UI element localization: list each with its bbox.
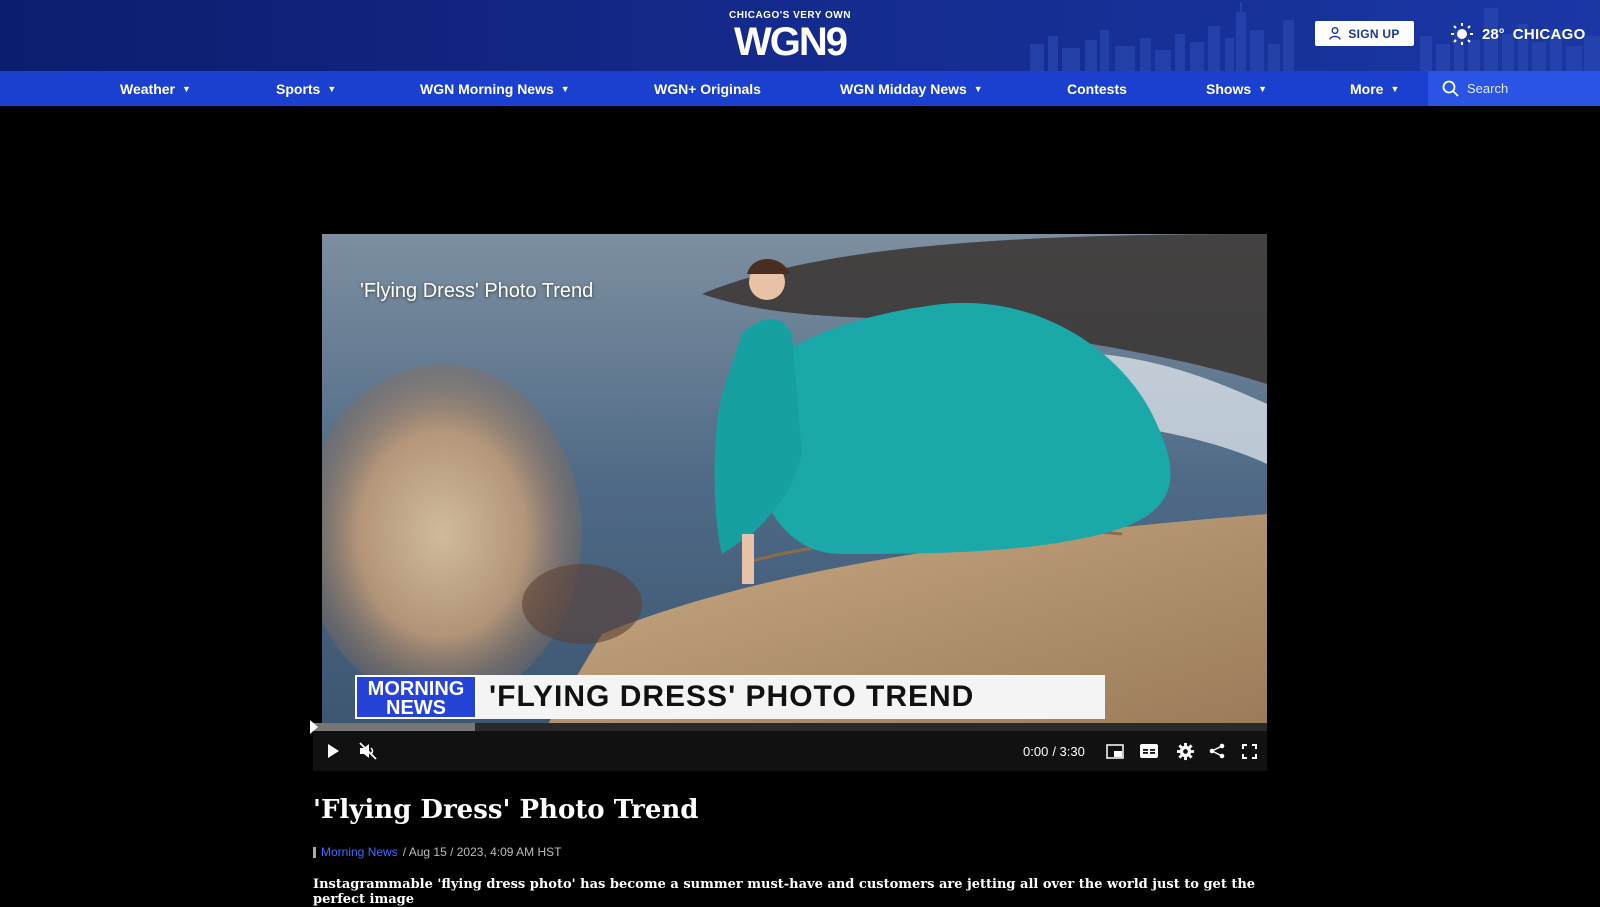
video-overlay-title: 'Flying Dress' Photo Trend: [360, 280, 594, 302]
nav-item-wgn-morning-news[interactable]: WGN Morning News ▼: [420, 71, 570, 106]
caret-down-icon: ▼: [1258, 83, 1268, 94]
caret-down-icon: ▼: [1390, 83, 1400, 94]
nav-item-shows[interactable]: Shows ▼: [1206, 71, 1267, 106]
temperature: 28°: [1482, 25, 1505, 43]
article-headline: 'Flying Dress' Photo Trend: [313, 795, 699, 825]
video-player[interactable]: 'Flying Dress' Photo Trend MORNING NEWS …: [322, 234, 1267, 734]
buffered-bar: [313, 723, 476, 731]
nav-item-label: WGN+ Originals: [654, 80, 761, 97]
share-icon: [1209, 743, 1225, 759]
duration: / 3:30: [1052, 743, 1085, 759]
site-header: CHICAGO'S VERY OWN WGN9 SIGN UP 28° CHIC…: [0, 0, 1600, 71]
nav-item-label: Weather: [120, 80, 175, 97]
fullscreen-button[interactable]: [1235, 731, 1263, 771]
nav-item-more[interactable]: More ▼: [1350, 71, 1399, 106]
sign-up-button[interactable]: SIGN UP: [1315, 21, 1414, 46]
captions-button[interactable]: [1135, 731, 1163, 771]
share-button[interactable]: [1203, 731, 1231, 771]
video-controls: 0:00 / 3:30: [313, 731, 1267, 771]
settings-button[interactable]: [1171, 731, 1199, 771]
search-box[interactable]: Search: [1428, 71, 1600, 106]
closed-captions-icon: [1140, 744, 1158, 758]
muted-speaker-icon: [359, 742, 377, 760]
badge-line-2: NEWS: [386, 697, 446, 719]
sun-icon: [1451, 23, 1473, 45]
caret-down-icon: ▼: [973, 83, 983, 94]
nav-item-contests[interactable]: Contests: [1067, 71, 1127, 106]
user-icon: [1329, 27, 1341, 40]
play-icon: [328, 744, 339, 758]
current-time: 0:00: [1023, 743, 1049, 759]
publish-date: / Aug 15 / 2023, 4:09 AM HST: [402, 845, 562, 859]
byline-divider: [313, 846, 316, 858]
nav-item-weather[interactable]: Weather ▼: [120, 71, 191, 106]
caret-down-icon: ▼: [560, 83, 570, 94]
gear-icon: [1176, 742, 1194, 760]
nav-item-label: Sports: [276, 80, 321, 97]
time-display: 0:00 / 3:30: [1023, 731, 1085, 771]
wgn9-logo[interactable]: CHICAGO'S VERY OWN WGN9: [715, 10, 865, 64]
mute-button[interactable]: [353, 731, 383, 771]
nav-item-label: Contests: [1067, 80, 1127, 97]
caret-down-icon: ▼: [327, 83, 337, 94]
nav-item-label: Shows: [1206, 80, 1252, 97]
main-nav: Weather ▼ Sports ▼ WGN Morning News ▼ WG…: [0, 71, 1600, 106]
picture-in-picture-icon: [1106, 743, 1124, 759]
article-lede: Instagrammable 'flying dress photo' has …: [313, 877, 1256, 907]
morning-news-badge: MORNING NEWS: [355, 675, 477, 719]
weather-widget[interactable]: 28° CHICAGO: [1450, 20, 1586, 48]
nav-item-wgn-midday-news[interactable]: WGN Midday News ▼: [840, 71, 983, 106]
nav-item-label: More: [1350, 80, 1384, 97]
sign-up-label: SIGN UP: [1348, 26, 1400, 41]
nav-item-label: WGN Morning News: [420, 80, 554, 97]
picture-in-picture-button[interactable]: [1101, 731, 1129, 771]
play-button[interactable]: [318, 731, 348, 771]
search-icon: [1442, 80, 1459, 97]
nav-item-sports[interactable]: Sports ▼: [276, 71, 336, 106]
video-frame-image: [322, 234, 1267, 734]
news-lower-third: MORNING NEWS 'FLYING DRESS' PHOTO TREND: [355, 675, 1105, 719]
nav-item-label: WGN Midday News: [840, 80, 967, 97]
caret-down-icon: ▼: [181, 83, 191, 94]
search-placeholder: Search: [1467, 81, 1509, 96]
lower-third-headline: 'FLYING DRESS' PHOTO TREND: [477, 675, 1105, 719]
video-progress-bar[interactable]: [310, 720, 1267, 734]
city-name: CHICAGO: [1512, 25, 1586, 43]
fullscreen-icon: [1241, 743, 1257, 759]
nav-item-wgn-plus-originals[interactable]: WGN+ Originals: [654, 71, 761, 106]
category-link[interactable]: Morning News: [321, 845, 398, 859]
byline: Morning News / Aug 15 / 2023, 4:09 AM HS…: [313, 845, 561, 859]
logo-wordmark: WGN9: [734, 20, 848, 64]
